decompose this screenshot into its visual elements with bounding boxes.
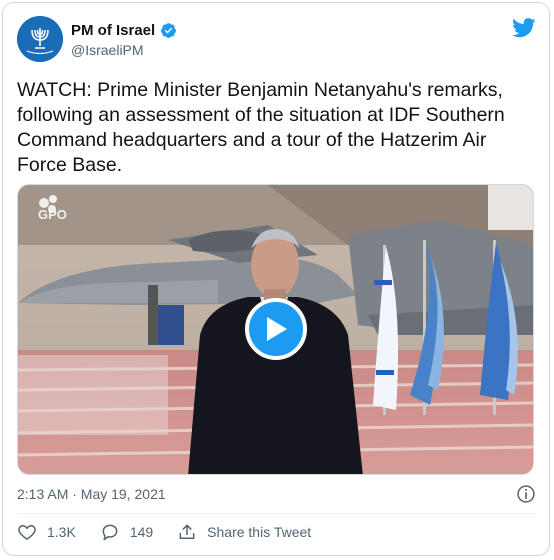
heart-icon bbox=[18, 524, 36, 540]
avatar[interactable] bbox=[17, 16, 63, 62]
divider bbox=[17, 513, 537, 514]
author-handle[interactable]: @IsraeliPM bbox=[71, 42, 144, 58]
author-display-name[interactable]: PM of Israel bbox=[71, 22, 155, 39]
reply-icon bbox=[102, 524, 118, 541]
like-count: 1.3K bbox=[47, 524, 76, 540]
play-button[interactable] bbox=[245, 298, 307, 360]
video-player[interactable]: GPO bbox=[17, 184, 534, 475]
info-icon[interactable] bbox=[516, 484, 536, 504]
tweet-text: WATCH: Prime Minister Benjamin Netanyahu… bbox=[17, 79, 505, 176]
gpo-watermark: GPO bbox=[38, 207, 67, 222]
share-label: Share this Tweet bbox=[207, 524, 312, 540]
share-button[interactable]: Share this Tweet bbox=[177, 522, 311, 542]
like-button[interactable]: 1.3K bbox=[17, 522, 76, 542]
menorah-emblem-icon bbox=[17, 16, 63, 62]
reply-button[interactable]: 149 bbox=[100, 522, 153, 542]
author-name-row[interactable]: PM of Israel bbox=[71, 22, 177, 39]
share-icon bbox=[179, 524, 195, 539]
twitter-bird-icon[interactable] bbox=[512, 18, 536, 38]
tweet-actions: 1.3K 149 Share this Tweet bbox=[17, 522, 335, 542]
play-icon bbox=[267, 317, 287, 341]
reply-count: 149 bbox=[129, 524, 154, 540]
tweet-timestamp[interactable]: 2:13 AM · May 19, 2021 bbox=[17, 486, 166, 502]
verified-icon bbox=[161, 23, 177, 38]
